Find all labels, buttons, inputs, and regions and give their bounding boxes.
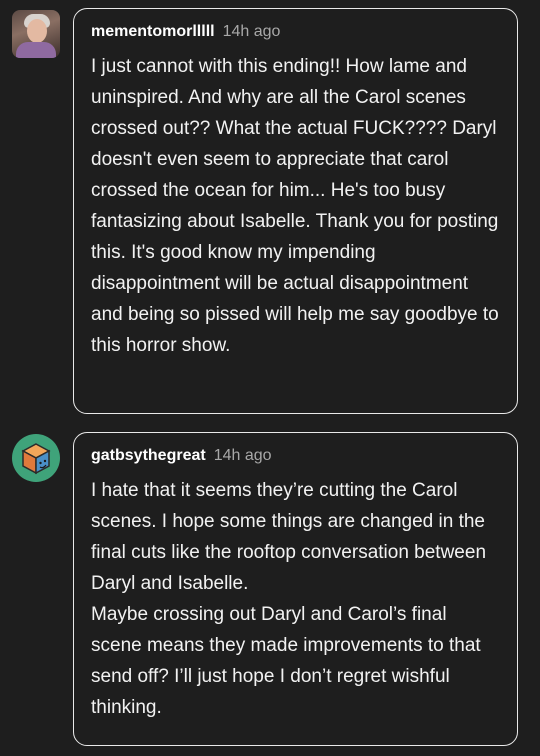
cube-icon xyxy=(21,443,51,475)
avatar-face xyxy=(27,19,47,43)
comment-username[interactable]: mementomorlllll xyxy=(91,23,215,41)
comment-bubble: mementomorlllll 14h ago I just cannot wi… xyxy=(73,8,518,414)
comment-timestamp: 14h ago xyxy=(213,447,272,464)
avatar-shirt xyxy=(16,42,56,58)
comment-username[interactable]: gatbsythegreat xyxy=(91,447,206,465)
comment-paragraph: I just cannot with this ending!! How lam… xyxy=(91,56,499,356)
comment-bubble: gatbsythegreat 14h ago I hate that it se… xyxy=(73,432,518,746)
comment-timestamp: 14h ago xyxy=(222,23,281,40)
comment-meta: mementomorlllll 14h ago xyxy=(91,23,501,41)
comment-body: I just cannot with this ending!! How lam… xyxy=(91,51,501,361)
comment-paragraph: Maybe crossing out Daryl and Carol’s fin… xyxy=(91,604,481,718)
comment-body: I hate that it seems they’re cutting the… xyxy=(91,475,501,723)
cube-avatar[interactable] xyxy=(12,434,60,482)
user-photo-avatar[interactable] xyxy=(12,10,60,58)
comment-meta: gatbsythegreat 14h ago xyxy=(91,447,501,465)
comment-paragraph: I hate that it seems they’re cutting the… xyxy=(91,480,487,594)
